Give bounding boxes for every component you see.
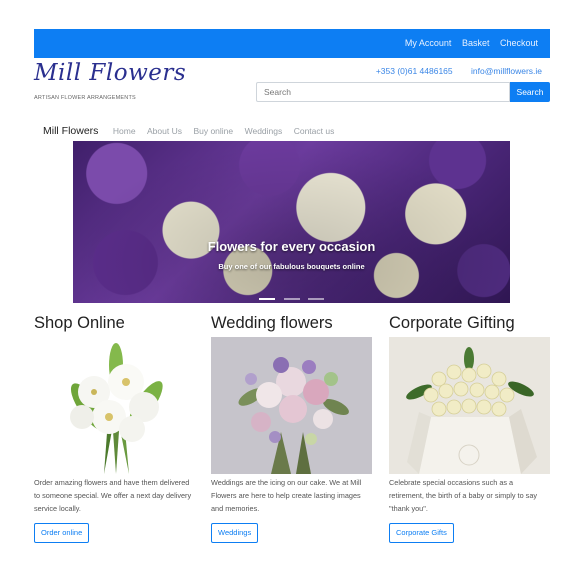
carousel-indicator[interactable] (283, 298, 300, 300)
nav-item-contact-us[interactable]: Contact us (294, 126, 335, 136)
phone-link[interactable]: +353 (0)61 4486165 (376, 66, 453, 76)
account-links: My Account Basket Checkout (397, 38, 538, 48)
section-image (211, 337, 372, 474)
corporate-gifting-section: Corporate Gifting Celebrate special occa… (389, 314, 550, 543)
section-heading: Wedding flowers (211, 314, 333, 332)
hero-subtitle: Buy one of our fabulous bouquets online (218, 262, 365, 271)
carousel-indicators (73, 287, 510, 303)
section-description: Weddings are the icing on our cake. We a… (211, 478, 362, 513)
contact-info: +353 (0)61 4486165 info@millflowers.ie (360, 66, 542, 76)
nav-item-home[interactable]: Home (113, 126, 136, 136)
search-input[interactable]: Search (256, 82, 510, 102)
hero-image (73, 141, 510, 303)
hero-title: Flowers for every occasion (207, 239, 376, 254)
hero-carousel[interactable]: Flowers for every occasion Buy one of ou… (73, 141, 510, 303)
corporate-gifts-button[interactable]: Corporate Gifts (389, 523, 454, 543)
section-description: Order amazing flowers and have them deli… (34, 478, 192, 513)
roses-box-image (389, 337, 550, 474)
carousel-indicator[interactable] (307, 298, 324, 300)
section-heading: Shop Online (34, 314, 125, 332)
section-image (389, 337, 550, 474)
site-logo[interactable]: Mill Flowers (34, 60, 194, 92)
section-heading: Corporate Gifting (389, 314, 515, 332)
wedding-bouquet-image (211, 337, 372, 474)
site-tagline: ARTISAN FLOWER ARRANGEMENTS (34, 95, 136, 101)
wedding-flowers-section: Wedding flowers Weddings are the icing o… (211, 314, 372, 543)
top-bar: My Account Basket Checkout (34, 29, 550, 58)
order-online-button[interactable]: Order online (34, 523, 90, 543)
email-link[interactable]: info@millflowers.ie (471, 66, 542, 76)
nav-item-weddings[interactable]: Weddings (245, 126, 283, 136)
section-image (34, 337, 195, 474)
shop-online-section: Shop Online Order amazing flowers and ha… (34, 314, 195, 543)
nav-brand[interactable]: Mill Flowers (43, 125, 98, 137)
lilies-image (34, 337, 195, 474)
search-button[interactable]: Search (510, 82, 550, 102)
carousel-indicator[interactable] (259, 298, 276, 300)
section-description: Celebrate special occasions such as a re… (389, 478, 538, 513)
my-account-link[interactable]: My Account (405, 38, 452, 48)
checkout-link[interactable]: Checkout (500, 38, 538, 48)
weddings-button[interactable]: Weddings (211, 523, 259, 543)
nav-item-buy-online[interactable]: Buy online (193, 126, 233, 136)
main-nav: Mill Flowers Home About Us Buy online We… (43, 121, 341, 139)
basket-link[interactable]: Basket (462, 38, 490, 48)
nav-item-about-us[interactable]: About Us (147, 126, 182, 136)
